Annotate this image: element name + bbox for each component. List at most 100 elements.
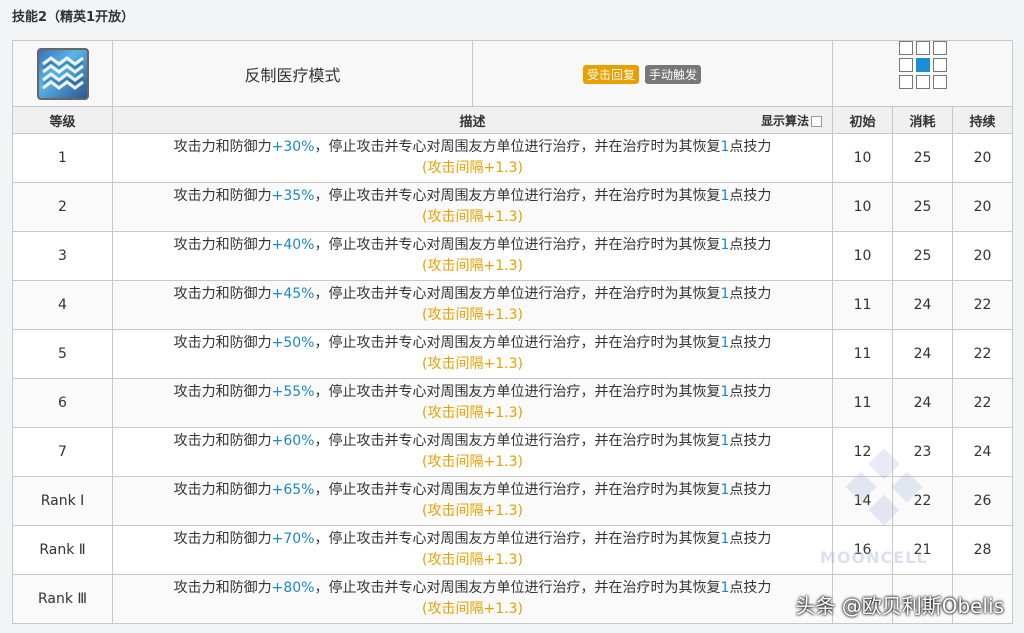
- range-blank: [933, 92, 945, 104]
- desc-text: 点技力: [729, 335, 772, 351]
- description-cell: 攻击力和防御力+80%，停止攻击并专心对周围友方单位进行治疗，并在治疗时为其恢复…: [112, 574, 833, 624]
- desc-text: ，停止攻击并专心对周围友方单位进行治疗，并在治疗时为其恢复: [314, 531, 721, 547]
- level-cell: Rank Ⅱ: [12, 525, 113, 575]
- header-level: 等级: [12, 106, 113, 134]
- desc-text: ，停止攻击并专心对周围友方单位进行治疗，并在治疗时为其恢复: [314, 139, 721, 155]
- show-algorithm-toggle[interactable]: 显示算法: [761, 112, 822, 129]
- description-line: 攻击力和防御力+65%，停止攻击并专心对周围友方单位进行治疗，并在治疗时为其恢复…: [113, 480, 832, 501]
- desc-text: 攻击力和防御力: [173, 139, 272, 155]
- show-algorithm-checkbox[interactable]: [811, 116, 822, 127]
- desc-text: 点技力: [729, 188, 772, 204]
- desc-bonus: +55%: [271, 384, 315, 400]
- desc-bonus: +65%: [271, 482, 315, 498]
- description-cell: 攻击力和防御力+50%，停止攻击并专心对周围友方单位进行治疗，并在治疗时为其恢复…: [112, 329, 833, 379]
- description-cell: 攻击力和防御力+45%，停止攻击并专心对周围友方单位进行治疗，并在治疗时为其恢复…: [112, 280, 833, 330]
- desc-text: 攻击力和防御力: [173, 433, 272, 449]
- desc-bonus: +50%: [271, 335, 315, 351]
- mooncell-watermark: MOONCELL: [820, 548, 928, 567]
- duration-cell: 20: [951, 231, 1014, 281]
- description-cell: 攻击力和防御力+55%，停止攻击并专心对周围友方单位进行治疗，并在治疗时为其恢复…: [112, 378, 833, 428]
- show-algorithm-label: 显示算法: [760, 114, 809, 128]
- attack-interval-note: (攻击间隔+1.3): [422, 552, 523, 568]
- duration-cell: 22: [951, 280, 1014, 330]
- range-tile: [932, 58, 947, 72]
- column-header-row: 等级 描述 显示算法 初始 消耗 持续: [12, 106, 1014, 134]
- desc-text: 点技力: [729, 139, 772, 155]
- header-duration: 持续: [951, 106, 1014, 134]
- desc-text: 点技力: [729, 580, 772, 596]
- level-cell: 3: [12, 231, 113, 281]
- duration-cell: 20: [951, 182, 1014, 232]
- desc-text: 攻击力和防御力: [173, 384, 272, 400]
- desc-bonus: +30%: [271, 139, 315, 155]
- header-initial: 初始: [832, 106, 893, 134]
- initial-sp-cell: 10: [832, 133, 893, 183]
- table-row: 2 攻击力和防御力+35%，停止攻击并专心对周围友方单位进行治疗，并在治疗时为其恢…: [12, 182, 1014, 232]
- desc-text: 攻击力和防御力: [173, 286, 272, 302]
- initial-sp-cell: 10: [832, 231, 893, 281]
- desc-text: ，停止攻击并专心对周围友方单位进行治疗，并在治疗时为其恢复: [314, 580, 721, 596]
- page: 技能2（精英1开放） 反制医疗模式 受击回复 手动触发 等级 描述 显示算法 初…: [0, 0, 1024, 633]
- range-blank: [916, 92, 928, 104]
- desc-text: ，停止攻击并专心对周围友方单位进行治疗，并在治疗时为其恢复: [314, 335, 721, 351]
- table-row: 4 攻击力和防御力+45%，停止攻击并专心对周围友方单位进行治疗，并在治疗时为其恢…: [12, 280, 1014, 330]
- desc-text: 点技力: [729, 286, 772, 302]
- description-cell: 攻击力和防御力+30%，停止攻击并专心对周围友方单位进行治疗，并在治疗时为其恢复…: [112, 133, 833, 183]
- attack-interval-note: (攻击间隔+1.3): [422, 405, 523, 421]
- initial-sp-cell: 10: [832, 182, 893, 232]
- desc-bonus: +70%: [271, 531, 315, 547]
- description-cell: 攻击力和防御力+40%，停止攻击并专心对周围友方单位进行治疗，并在治疗时为其恢复…: [112, 231, 833, 281]
- attack-interval-note: (攻击间隔+1.3): [422, 209, 523, 225]
- sp-cost-cell: 24: [892, 329, 953, 379]
- desc-text: 点技力: [729, 384, 772, 400]
- desc-text: 攻击力和防御力: [173, 580, 272, 596]
- description-line: 攻击力和防御力+35%，停止攻击并专心对周围友方单位进行治疗，并在治疗时为其恢复…: [113, 186, 832, 207]
- range-tile: [915, 75, 930, 89]
- skill-icon-cell: [12, 40, 113, 107]
- desc-text: 点技力: [729, 237, 772, 253]
- description-line: 攻击力和防御力+70%，停止攻击并专心对周围友方单位进行治疗，并在治疗时为其恢复…: [113, 529, 832, 550]
- desc-text: ，停止攻击并专心对周围友方单位进行治疗，并在治疗时为其恢复: [314, 237, 721, 253]
- desc-text: 点技力: [729, 433, 772, 449]
- description-line: 攻击力和防御力+80%，停止攻击并专心对周围友方单位进行治疗，并在治疗时为其恢复…: [113, 578, 832, 599]
- tag-auto-recovery: 受击回复: [583, 64, 640, 84]
- level-cell: 2: [12, 182, 113, 232]
- section-title: 技能2（精英1开放）: [12, 10, 135, 25]
- initial-sp-cell: 11: [832, 280, 893, 330]
- description-cell: 攻击力和防御力+60%，停止攻击并专心对周围友方单位进行治疗，并在治疗时为其恢复…: [112, 427, 833, 477]
- sp-cost-cell: 25: [892, 231, 953, 281]
- attribution-watermark: 头条 @欧贝利斯Obelis: [795, 594, 1004, 618]
- table-row: 6 攻击力和防御力+55%，停止攻击并专心对周围友方单位进行治疗，并在治疗时为其恢…: [12, 378, 1014, 428]
- description-line: 攻击力和防御力+60%，停止攻击并专心对周围友方单位进行治疗，并在治疗时为其恢复…: [113, 431, 832, 452]
- desc-bonus: +80%: [271, 580, 315, 596]
- range-tile: [932, 75, 947, 89]
- duration-cell: 20: [951, 133, 1014, 183]
- range-blank: [899, 92, 911, 104]
- desc-text: 攻击力和防御力: [173, 482, 272, 498]
- desc-bonus: +40%: [271, 237, 315, 253]
- range-tile: [898, 75, 913, 89]
- desc-text: ，停止攻击并专心对周围友方单位进行治疗，并在治疗时为其恢复: [314, 433, 721, 449]
- description-cell: 攻击力和防御力+70%，停止攻击并专心对周围友方单位进行治疗，并在治疗时为其恢复…: [112, 525, 833, 575]
- desc-bonus: +45%: [271, 286, 315, 302]
- table-row: 5 攻击力和防御力+50%，停止攻击并专心对周围友方单位进行治疗，并在治疗时为其恢…: [12, 329, 1014, 379]
- skill-header-row: 反制医疗模式 受击回复 手动触发: [12, 40, 1014, 107]
- range-cell: [831, 40, 1014, 107]
- duration-cell: 22: [951, 378, 1014, 428]
- desc-text: 点技力: [729, 531, 772, 547]
- sp-cost-cell: 25: [892, 182, 953, 232]
- sp-cost-cell: 24: [892, 280, 953, 330]
- description-line: 攻击力和防御力+50%，停止攻击并专心对周围友方单位进行治疗，并在治疗时为其恢复…: [113, 333, 832, 354]
- duration-cell: 28: [951, 525, 1014, 575]
- skill-icon: [36, 47, 89, 100]
- range-tile: [915, 41, 930, 55]
- range-tile: [898, 41, 913, 55]
- desc-text: ，停止攻击并专心对周围友方单位进行治疗，并在治疗时为其恢复: [314, 188, 721, 204]
- desc-text: ，停止攻击并专心对周围友方单位进行治疗，并在治疗时为其恢复: [314, 286, 721, 302]
- skill-tags-cell: 受击回复 手动触发: [472, 40, 833, 107]
- skill-name-cell: 反制医疗模式: [112, 40, 473, 107]
- sp-cost-cell: 24: [892, 378, 953, 428]
- attack-interval-note: (攻击间隔+1.3): [422, 454, 523, 470]
- description-cell: 攻击力和防御力+35%，停止攻击并专心对周围友方单位进行治疗，并在治疗时为其恢复…: [112, 182, 833, 232]
- attack-interval-note: (攻击间隔+1.3): [422, 307, 523, 323]
